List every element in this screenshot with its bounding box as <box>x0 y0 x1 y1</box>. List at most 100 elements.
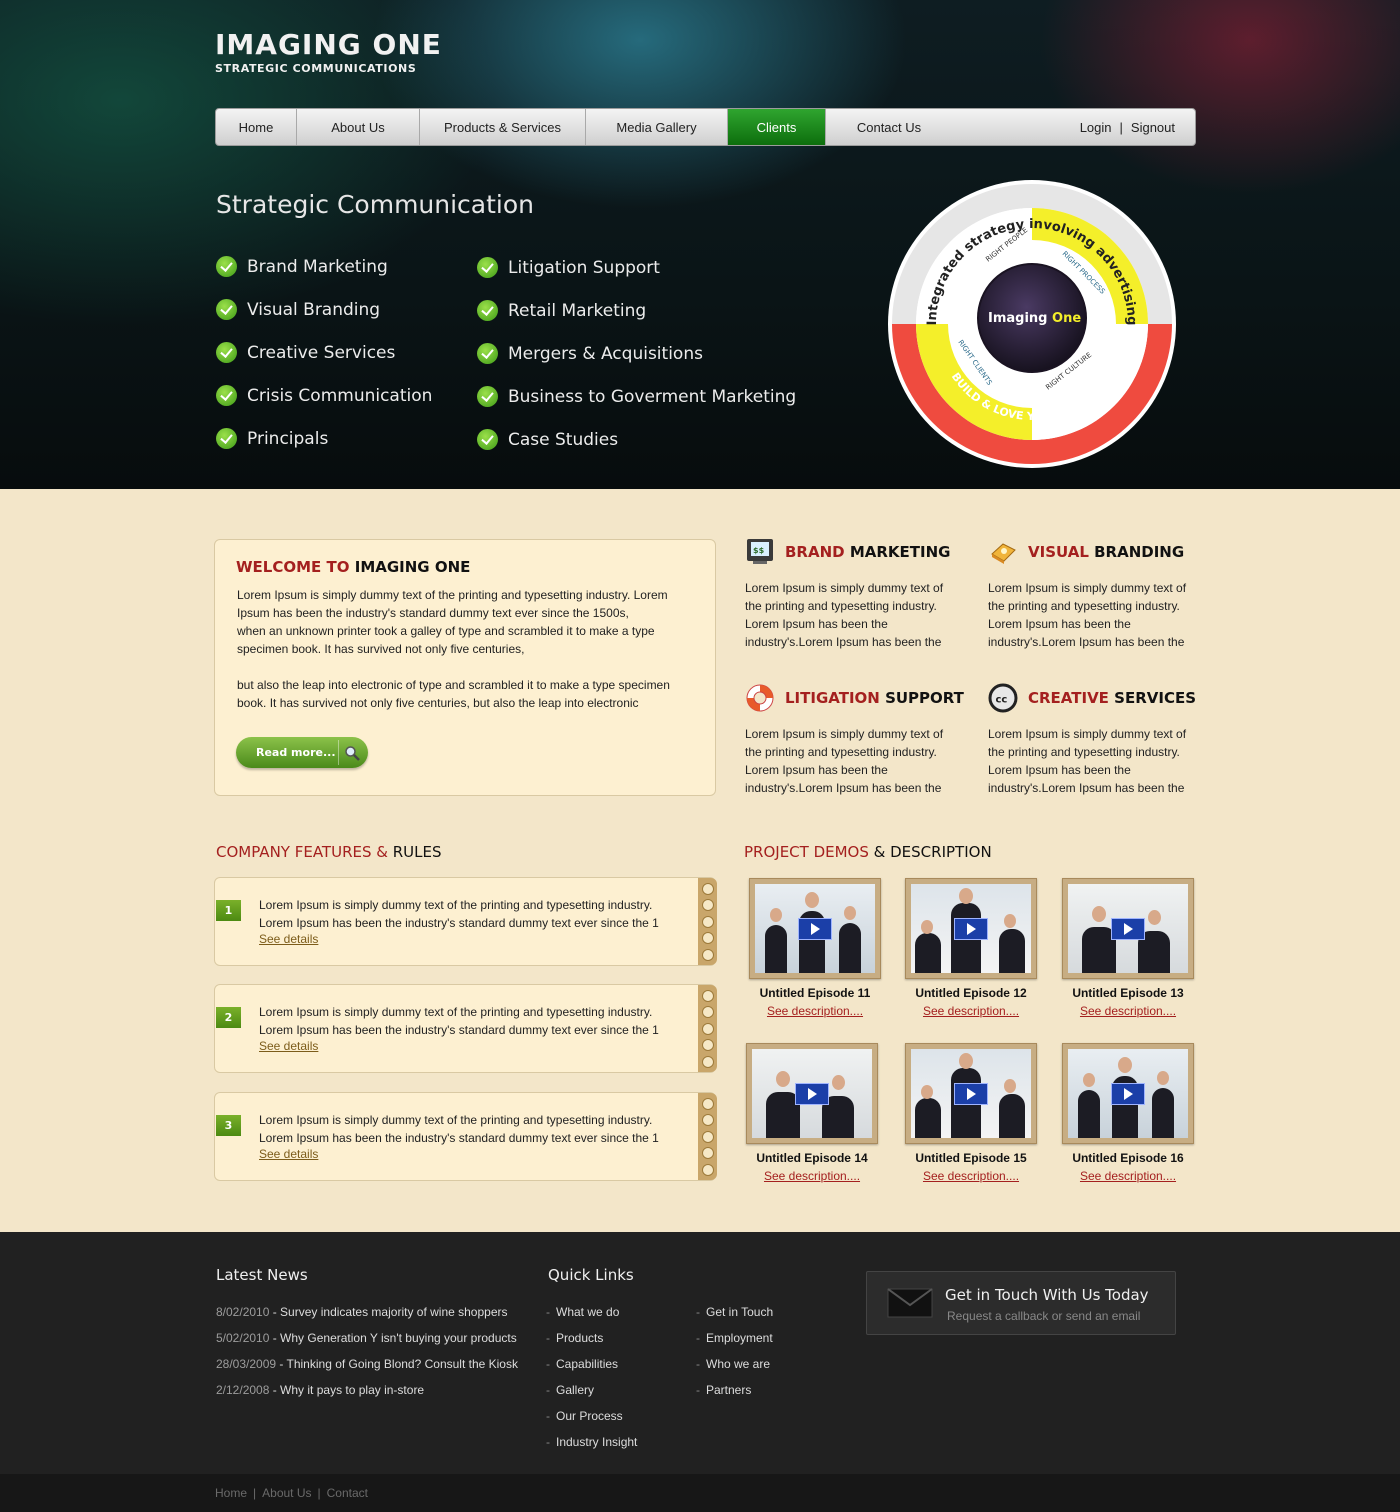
nav-about-us[interactable]: About Us <box>297 109 420 145</box>
rule-number: 2 <box>216 1007 241 1028</box>
demo-item: Untitled Episode 16 See description.... <box>1048 1043 1208 1183</box>
news-item[interactable]: 8/02/2010 - Survey indicates majority of… <box>216 1305 508 1319</box>
news-item[interactable]: 28/03/2009 - Thinking of Going Blond? Co… <box>216 1357 518 1371</box>
video-thumbnail[interactable] <box>746 1043 878 1144</box>
quick-link[interactable]: What we do <box>546 1305 619 1319</box>
book-icon <box>988 537 1018 567</box>
feature-title[interactable]: cc CREATIVE SERVICES <box>988 683 1208 713</box>
service-label: Mergers & Acquisitions <box>508 343 703 364</box>
feature-title[interactable]: LITIGATION SUPPORT <box>745 683 965 713</box>
read-more-button[interactable]: Read more... <box>236 737 368 768</box>
service-item[interactable]: Creative Services <box>216 331 432 374</box>
binder-rings <box>698 1093 717 1180</box>
strategy-wheel: Integrated strategy involving advertisin… <box>888 180 1176 468</box>
service-item[interactable]: Principals <box>216 417 432 460</box>
demo-title: Untitled Episode 15 <box>915 1151 1027 1165</box>
feature-text: Lorem Ipsum is simply dummy text of the p… <box>988 581 1187 649</box>
demo-item: Untitled Episode 15 See description.... <box>891 1043 1051 1183</box>
bottom-links: Home | About Us | Contact <box>215 1486 368 1500</box>
see-description-link[interactable]: See description.... <box>891 1004 1051 1018</box>
news-item[interactable]: 2/12/2008 - Why it pays to play in-store <box>216 1383 424 1397</box>
service-item[interactable]: Litigation Support <box>477 246 796 289</box>
nav-media-gallery[interactable]: Media Gallery <box>586 109 728 145</box>
get-in-touch-title: Get in Touch With Us Today <box>945 1286 1149 1304</box>
demo-item: Untitled Episode 11 See description.... <box>735 878 895 1018</box>
service-item[interactable]: Visual Branding <box>216 288 432 331</box>
logo[interactable]: IMAGING ONE STRATEGIC COMMUNICATIONS <box>215 30 442 76</box>
quick-link[interactable]: Get in Touch <box>696 1305 773 1319</box>
see-description-link[interactable]: See description.... <box>735 1004 895 1018</box>
video-thumbnail[interactable] <box>1062 878 1194 979</box>
header-hero: IMAGING ONE STRATEGIC COMMUNICATIONS Hom… <box>0 0 1400 489</box>
wheel-center-text: Imaging One <box>988 311 1081 326</box>
get-in-touch-button[interactable]: Get in Touch With Us Today Request a cal… <box>866 1271 1176 1335</box>
main-navigation: Home About Us Products & Services Media … <box>215 108 1196 146</box>
see-description-link[interactable]: See description.... <box>1048 1169 1208 1183</box>
nav-contact-us[interactable]: Contact Us <box>826 109 952 145</box>
bottom-link-about[interactable]: About Us <box>262 1486 311 1500</box>
rule-text: Lorem Ipsum is simply dummy text of the … <box>259 1005 659 1037</box>
quick-link[interactable]: Our Process <box>546 1409 623 1423</box>
quick-link[interactable]: Who we are <box>696 1357 770 1371</box>
video-thumbnail[interactable] <box>905 878 1037 979</box>
video-thumbnail[interactable] <box>905 1043 1037 1144</box>
service-item[interactable]: Business to Goverment Marketing <box>477 375 796 418</box>
see-description-link[interactable]: See description.... <box>891 1169 1051 1183</box>
play-icon <box>798 917 832 940</box>
auth-links: Login | Signout <box>1080 109 1195 145</box>
feature-litigation-support: LITIGATION SUPPORT Lorem Ipsum is simply… <box>745 683 965 797</box>
quick-link[interactable]: Capabilities <box>546 1357 618 1371</box>
demo-item: Untitled Episode 14 See description.... <box>732 1043 892 1183</box>
play-icon <box>1111 1082 1145 1105</box>
quick-link[interactable]: Industry Insight <box>546 1435 637 1449</box>
see-details-link[interactable]: See details <box>259 1147 318 1161</box>
check-icon <box>477 429 498 450</box>
check-icon <box>477 386 498 407</box>
demo-title: Untitled Episode 13 <box>1072 986 1184 1000</box>
get-in-touch-subtitle: Request a callback or send an email <box>947 1309 1141 1323</box>
rule-number: 3 <box>216 1115 241 1136</box>
svg-text:cc: cc <box>996 695 1008 706</box>
welcome-paragraph-2: but also the leap into electronic of typ… <box>237 678 670 710</box>
rule-number: 1 <box>216 900 241 921</box>
quick-link[interactable]: Employment <box>696 1331 773 1345</box>
auth-separator: | <box>1119 119 1123 135</box>
play-icon <box>954 1082 988 1105</box>
service-item[interactable]: Mergers & Acquisitions <box>477 332 796 375</box>
svg-text:$$: $$ <box>753 546 765 555</box>
nav-clients[interactable]: Clients <box>728 109 826 145</box>
feature-title[interactable]: VISUAL BRANDING <box>988 537 1208 567</box>
project-demos-title: PROJECT DEMOS & DESCRIPTION <box>744 843 992 861</box>
quick-link[interactable]: Partners <box>696 1383 751 1397</box>
bottom-link-home[interactable]: Home <box>215 1486 247 1500</box>
service-label: Litigation Support <box>508 257 660 278</box>
see-description-link[interactable]: See description.... <box>732 1169 892 1183</box>
hero-title: Strategic Communication <box>216 190 535 219</box>
service-item[interactable]: Retail Marketing <box>477 289 796 332</box>
feature-text: Lorem Ipsum is simply dummy text of the p… <box>988 727 1187 795</box>
check-icon <box>477 343 498 364</box>
quick-link[interactable]: Products <box>546 1331 603 1345</box>
logo-subtitle: STRATEGIC COMMUNICATIONS <box>215 62 417 75</box>
footer: Latest News 8/02/2010 - Survey indicates… <box>0 1232 1400 1474</box>
see-details-link[interactable]: See details <box>259 932 318 946</box>
news-item[interactable]: 5/02/2010 - Why Generation Y isn't buyin… <box>216 1331 517 1345</box>
video-thumbnail[interactable] <box>1062 1043 1194 1144</box>
nav-home[interactable]: Home <box>216 109 297 145</box>
envelope-icon <box>887 1288 933 1322</box>
service-item[interactable]: Crisis Communication <box>216 374 432 417</box>
feature-title[interactable]: $$ BRAND MARKETING <box>745 537 965 567</box>
bottom-link-contact[interactable]: Contact <box>327 1486 368 1500</box>
login-link[interactable]: Login <box>1080 120 1112 135</box>
check-icon <box>477 257 498 278</box>
check-icon <box>216 256 237 277</box>
service-item[interactable]: Brand Marketing <box>216 245 432 288</box>
see-description-link[interactable]: See description.... <box>1048 1004 1208 1018</box>
see-details-link[interactable]: See details <box>259 1039 318 1053</box>
video-thumbnail[interactable] <box>749 878 881 979</box>
service-item[interactable]: Case Studies <box>477 418 796 461</box>
quick-link[interactable]: Gallery <box>546 1383 594 1397</box>
feature-visual-branding: VISUAL BRANDING Lorem Ipsum is simply du… <box>988 537 1208 651</box>
signout-link[interactable]: Signout <box>1131 120 1175 135</box>
nav-products-services[interactable]: Products & Services <box>420 109 586 145</box>
